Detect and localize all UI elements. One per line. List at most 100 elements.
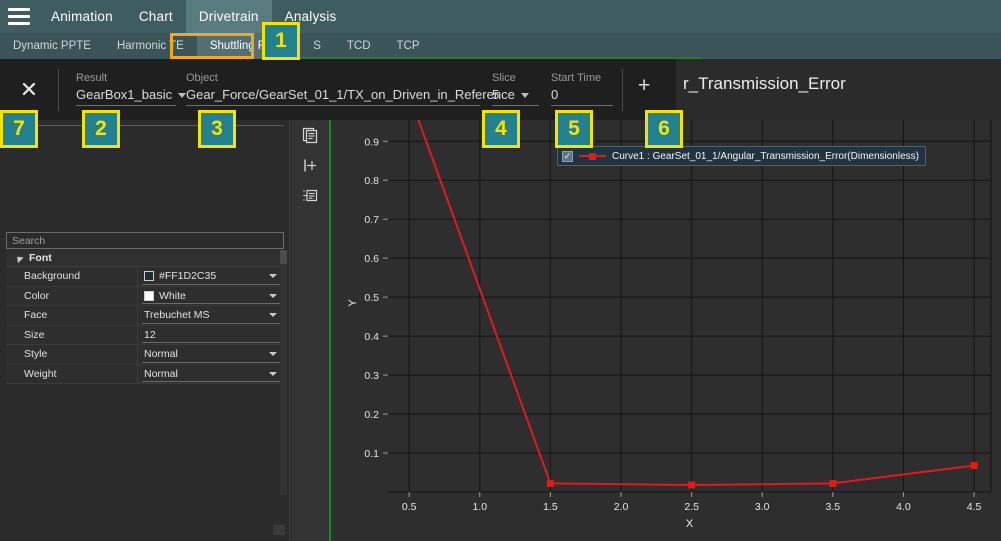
chevron-down-icon[interactable] [269,274,277,278]
object-value: Gear_Force/GearSet_01_1/TX_on_Driven_in_… [186,85,515,104]
legend-checkbox[interactable]: ✓ [562,151,573,162]
annotation-badge-2: 2 [82,110,120,148]
legend-label: Curve1 : GearSet_01_1/Angular_Transmissi… [612,151,919,162]
table-row[interactable]: Face Trebuchet MS [6,306,284,326]
svg-text:1.5: 1.5 [543,501,558,513]
list-detail-icon[interactable] [291,180,329,210]
object-field[interactable]: Object Gear_Force/GearSet_01_1/TX_on_Dri… [186,71,480,106]
subtab-s[interactable]: S [300,33,334,59]
object-underline [186,105,480,106]
split-horizontal-icon[interactable] [291,150,329,180]
color-swatch-icon [144,291,154,301]
legend-series-symbol [579,153,606,160]
table-row[interactable]: Size 12 [6,326,284,346]
slice-field[interactable]: Slice 5 [492,71,539,106]
properties-scrollbar[interactable] [280,250,287,495]
svg-text:0.3: 0.3 [364,370,379,382]
chevron-down-icon[interactable] [269,313,277,317]
svg-text:0.8: 0.8 [364,175,379,187]
property-value: #FF1D2C35 [159,270,216,282]
plus-icon[interactable]: + [638,76,650,96]
annotation-badge-3: 3 [198,110,236,148]
result-label: Result [76,71,176,85]
value-underline [142,362,280,363]
menu-item-drivetrain[interactable]: Drivetrain [186,0,272,33]
svg-text:0.9: 0.9 [364,136,379,148]
svg-text:4.5: 4.5 [967,501,982,513]
slice-label: Slice [492,71,539,85]
menu-item-animation[interactable]: Animation [38,0,126,33]
search-input[interactable] [7,233,283,248]
subtab-dynamic-ppte[interactable]: Dynamic PPTE [0,33,104,59]
panel-resize-handle[interactable] [273,525,285,535]
menu-item-chart[interactable]: Chart [126,0,186,33]
property-value-cell[interactable]: Normal [138,345,284,364]
chevron-down-icon[interactable] [269,294,277,298]
object-label: Object [186,71,480,85]
value-underline [142,303,280,304]
property-name: Color [6,287,138,306]
value-underline [142,381,280,382]
copy-pages-icon[interactable] [291,120,329,150]
toolbar-divider-1 [58,69,59,111]
scrollbar-thumb[interactable] [280,250,287,264]
property-value-cell[interactable]: 12 [138,326,284,345]
property-value-cell[interactable]: Trebuchet MS [138,306,284,325]
chevron-down-icon[interactable] [269,372,277,376]
property-group-font[interactable]: Font [6,250,284,267]
annotation-badge-6: 6 [645,110,683,148]
property-value: 12 [144,329,156,341]
table-row[interactable]: Color White [6,287,284,307]
svg-text:1.0: 1.0 [472,501,487,513]
value-underline [142,323,280,324]
table-row[interactable]: Background #FF1D2C35 [6,267,284,287]
svg-text:0.5: 0.5 [402,501,417,513]
chart-side-toolbar [291,120,329,541]
svg-text:3.0: 3.0 [755,501,770,513]
svg-text:0.6: 0.6 [364,253,379,265]
result-value: GearBox1_basic [76,85,172,104]
property-value: Normal [144,348,178,360]
subtab-tcp[interactable]: TCP [384,33,433,59]
table-row[interactable]: Weight Normal [6,365,284,385]
property-value-cell[interactable]: White [138,287,284,306]
property-table: Font Background #FF1D2C35 Color White [6,250,284,384]
property-value: Trebuchet MS [144,309,210,321]
svg-text:0.4: 0.4 [364,331,379,343]
start-time-label: Start Time [551,71,613,85]
table-row[interactable]: Style Normal [6,345,284,365]
sub-tab-bar: Dynamic PPTE Harmonic TE Shuttling Force… [0,33,1001,59]
chevron-down-icon[interactable] [269,352,277,356]
slice-underline [492,105,539,106]
svg-text:0.1: 0.1 [364,448,379,460]
close-icon[interactable]: ✕ [12,73,46,107]
result-field[interactable]: Result GearBox1_basic [76,71,176,106]
subtab-tcd[interactable]: TCD [334,33,384,59]
shuttling-force-tab-highlight [170,33,254,59]
property-value-cell[interactable]: #FF1D2C35 [138,267,284,286]
property-value: Normal [144,368,178,380]
triangle-expand-icon[interactable] [14,253,23,262]
hamburger-icon[interactable] [0,0,38,33]
chart-plot: 0.10.20.30.40.50.60.70.80.90.51.01.52.02… [331,120,1001,541]
svg-text:Y: Y [347,299,359,307]
chevron-down-icon[interactable] [178,93,186,98]
search-box[interactable] [6,232,284,249]
chart-legend[interactable]: ✓ Curve1 : GearSet_01_1/Angular_Transmis… [557,146,926,166]
annotation-badge-1: 1 [262,22,300,60]
annotation-badge-4: 4 [482,110,520,148]
property-value-cell[interactable]: Normal [138,365,284,384]
page-title: r_Transmission_Error [683,74,846,94]
svg-text:2.0: 2.0 [614,501,629,513]
chart-canvas[interactable]: 0.10.20.30.40.50.60.70.80.90.51.01.52.02… [331,120,1001,541]
svg-text:0.7: 0.7 [364,214,379,226]
property-value: White [159,290,186,302]
application-window: Animation Chart Drivetrain Analysis Dyna… [0,0,1001,541]
result-underline [76,105,176,106]
start-time-field[interactable]: Start Time 0 [551,71,613,106]
property-name: Size [6,326,138,345]
main-menu-bar: Animation Chart Drivetrain Analysis [0,0,1001,33]
start-time-underline [551,105,613,106]
property-name: Style [6,345,138,364]
svg-text:0.2: 0.2 [364,409,379,421]
